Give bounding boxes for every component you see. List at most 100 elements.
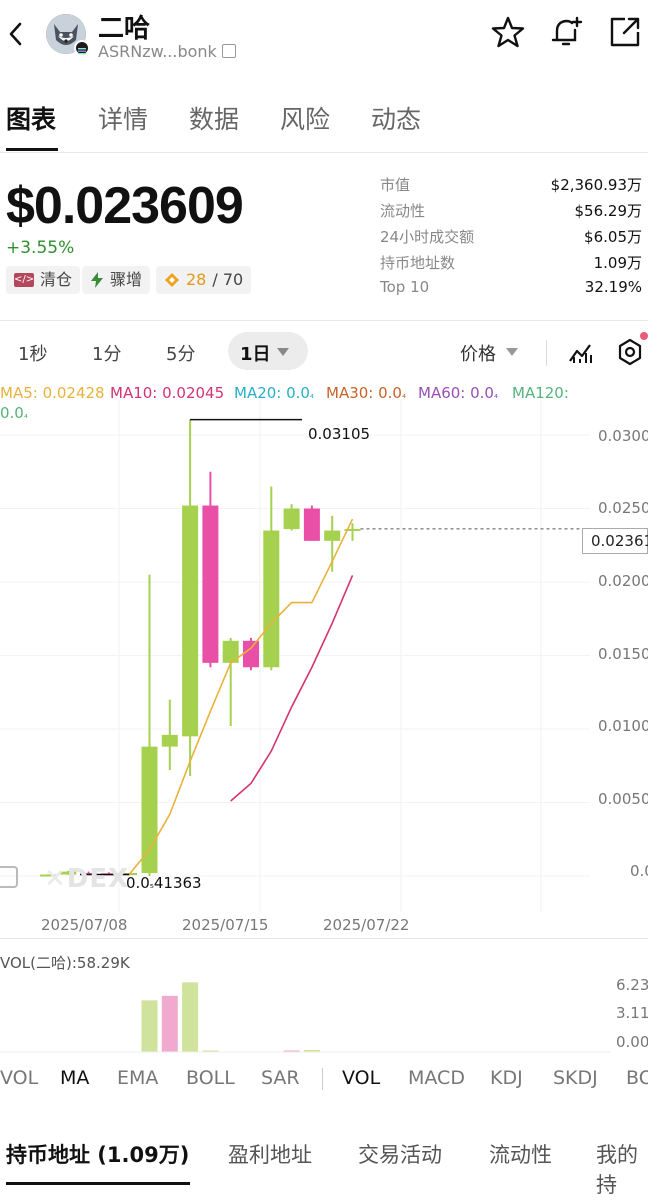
token-name: 二哈 — [98, 14, 151, 44]
indicator-icon[interactable] — [568, 339, 594, 365]
tab-underline — [6, 148, 58, 151]
favorite-button[interactable] — [490, 14, 526, 50]
tag-score-value: 28 — [186, 270, 207, 289]
candle-body — [243, 640, 259, 668]
candle-body — [161, 734, 178, 747]
y-tick: 0.0250 — [598, 499, 648, 517]
indicator-ema[interactable]: EMA — [117, 1067, 158, 1089]
bell-plus-icon — [551, 16, 583, 46]
share-button[interactable] — [607, 14, 643, 50]
token-address: ASRNzw...bonk — [98, 42, 217, 61]
candle-body — [202, 505, 219, 663]
candle-body — [283, 508, 300, 530]
indicator-vol-sub[interactable]: VOL — [342, 1067, 380, 1089]
x-tick: 2025/07/22 — [323, 916, 410, 934]
tab-liquidity[interactable]: 流动性 — [489, 1139, 552, 1169]
section-divider — [0, 320, 648, 321]
copy-icon[interactable] — [222, 44, 236, 58]
volume-bar — [182, 982, 199, 1052]
indicator-macd[interactable]: MACD — [408, 1067, 465, 1089]
chain-badge-icon — [74, 40, 90, 56]
tab-holders[interactable]: 持币地址 (1.09万) — [6, 1139, 189, 1169]
indicator-kdj[interactable]: KDJ — [490, 1067, 523, 1089]
tab-chart[interactable]: 图表 — [6, 100, 56, 136]
y-tick: 0.0 — [630, 862, 648, 880]
candlestick-chart[interactable] — [0, 400, 648, 912]
settings-icon[interactable] — [616, 338, 644, 366]
toolbar-divider — [546, 340, 547, 366]
interval-5m[interactable]: 5分 — [166, 340, 195, 366]
price-change: +3.55% — [6, 238, 75, 258]
interval-1m[interactable]: 1分 — [92, 340, 121, 366]
y-tick: 0.0100 — [598, 717, 648, 735]
y-tick: 0.0200 — [598, 572, 648, 590]
code-icon: </> — [14, 273, 35, 287]
interval-1d[interactable]: 1日 — [240, 340, 271, 366]
candle-body — [324, 530, 341, 541]
tag-score-total: / 70 — [212, 270, 244, 289]
fullscreen-icon[interactable] — [0, 866, 18, 888]
low-label: 0.0₅41363 — [126, 874, 202, 892]
stat-label-liquidity: 流动性 — [380, 202, 426, 220]
back-button[interactable] — [4, 18, 28, 50]
star-icon — [491, 16, 525, 48]
volume-bar — [141, 1000, 158, 1052]
stat-label-holders: 持币地址数 — [380, 254, 456, 272]
tag-surge[interactable]: 骤增 — [82, 266, 151, 294]
vol-y-tick: 3.11 — [616, 1004, 648, 1022]
vol-y-tick: 0.00 — [616, 1033, 648, 1051]
y-tick: 0.0150 — [598, 645, 648, 663]
high-label: 0.03105 — [308, 425, 371, 443]
stat-value-top10: 32.19% — [584, 278, 642, 296]
candle-body — [303, 508, 320, 541]
indicator-bo[interactable]: BO — [626, 1067, 648, 1089]
tab-profit-addresses[interactable]: 盈利地址 — [228, 1139, 312, 1169]
volume-chart — [0, 982, 610, 1053]
vol-y-tick: 6.23 — [616, 976, 648, 994]
bottom-tab-underline — [6, 1182, 190, 1185]
chart-divider — [0, 938, 648, 939]
x-tick: 2025/07/08 — [41, 916, 128, 934]
tag-surge-label: 骤增 — [110, 270, 143, 289]
y-tick: 0.0050 — [598, 790, 648, 808]
indicator-vol-main[interactable]: VOL — [0, 1067, 38, 1089]
bolt-icon — [91, 272, 103, 288]
tab-activity[interactable]: 动态 — [371, 100, 421, 136]
candle-body — [263, 530, 280, 668]
interval-1s[interactable]: 1秒 — [18, 340, 47, 366]
volume-bar — [161, 995, 178, 1052]
caret-down-icon — [277, 348, 289, 356]
caret-down-icon — [506, 348, 518, 356]
notification-dot — [640, 332, 648, 340]
stat-value-holders: 1.09万 — [593, 254, 642, 272]
price-selector[interactable]: 价格 — [460, 340, 496, 366]
ma10-line — [230, 575, 354, 802]
x-tick: 2025/07/15 — [182, 916, 269, 934]
current-price-label: 0.02361 — [582, 528, 648, 554]
indicator-boll[interactable]: BOLL — [186, 1067, 235, 1089]
tab-details[interactable]: 详情 — [98, 100, 148, 136]
tab-trades[interactable]: 交易活动 — [358, 1139, 442, 1169]
stat-value-liquidity: $56.29万 — [574, 202, 643, 220]
alert-button[interactable] — [549, 14, 585, 50]
share-icon — [610, 17, 640, 47]
tag-clear[interactable]: </> 清仓 — [6, 266, 81, 294]
candle-body — [141, 746, 158, 874]
stat-value-mcap: $2,360.93万 — [550, 176, 642, 194]
diamond-icon — [165, 273, 179, 287]
stat-label-volume24h: 24小时成交额 — [380, 228, 475, 246]
indicator-divider — [322, 1068, 323, 1090]
indicator-sar[interactable]: SAR — [261, 1067, 300, 1089]
tab-risk[interactable]: 风险 — [280, 100, 330, 136]
indicator-skdj[interactable]: SKDJ — [553, 1067, 598, 1089]
indicator-ma[interactable]: MA — [60, 1067, 89, 1089]
stat-label-top10: Top 10 — [380, 278, 430, 296]
tab-my-holdings[interactable]: 我的持 — [596, 1139, 648, 1199]
candle-body — [182, 505, 199, 737]
y-tick: 0.0300 — [598, 427, 648, 445]
stat-value-volume24h: $6.05万 — [584, 228, 642, 246]
tabs-divider — [0, 152, 648, 153]
tag-score[interactable]: 28 / 70 — [156, 266, 252, 294]
chevron-left-icon — [9, 22, 22, 46]
tab-data[interactable]: 数据 — [189, 100, 239, 136]
